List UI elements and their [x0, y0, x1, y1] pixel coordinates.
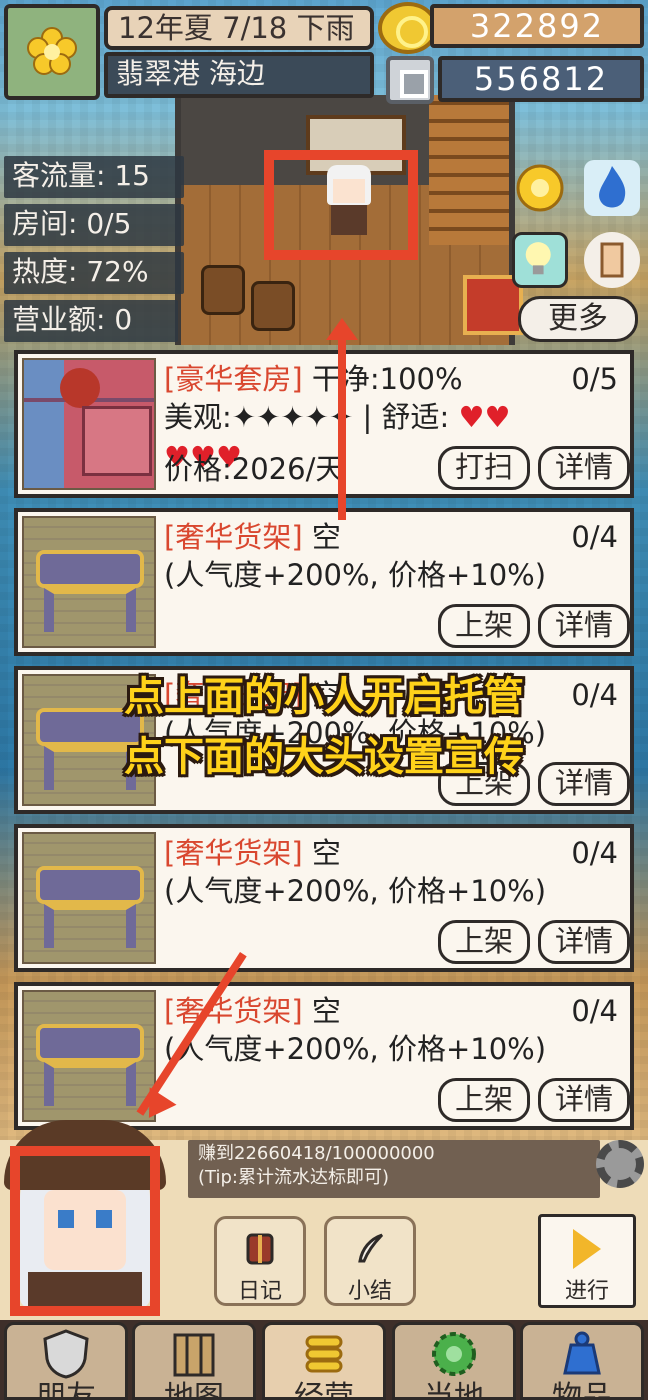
date-weather: 12年夏 7/18 下雨 — [104, 6, 374, 50]
stock-button[interactable]: 上架 — [438, 920, 530, 964]
detail-button[interactable]: 详情 — [538, 446, 630, 490]
up-arrow-head — [326, 318, 358, 340]
location-label: 翡翠港 海边 — [104, 52, 374, 98]
diary-icon — [246, 1233, 274, 1265]
card-title: [奢华货架] 空 — [164, 994, 341, 1028]
menu-flower-button[interactable] — [4, 4, 100, 100]
shelf-thumbnail — [22, 990, 156, 1122]
gear-icon[interactable] — [596, 1140, 644, 1188]
stat-traffic: 客流量: 15 — [4, 156, 184, 198]
card-bonus: (人气度+200%, 价格+10%) — [164, 1032, 547, 1066]
gold-amount: 322892 — [430, 4, 644, 48]
room-card[interactable]: [豪华套房] 干净:100% 0/5 美观:✦✦✦✦✦ | 舒适: ♥♥ ♥♥♥… — [14, 350, 634, 498]
shelf-card[interactable]: [奢华货架] 空 0/4 (人气度+200%, 价格+10%) 上架 详情 — [14, 982, 634, 1130]
diary-label: 日记 — [237, 1279, 282, 1304]
lightbulb-icon[interactable] — [512, 232, 568, 288]
tab-local[interactable]: 当地 — [392, 1322, 516, 1400]
card-count: 0/4 — [571, 994, 618, 1028]
shelf-thumbnail — [22, 832, 156, 964]
stat-heat: 热度: 72% — [4, 252, 184, 294]
shop-stairs — [429, 95, 509, 245]
card-count: 0/4 — [571, 520, 618, 554]
barrel — [201, 265, 245, 315]
more-button[interactable]: 更多 — [518, 296, 638, 342]
portrait-highlight-frame — [10, 1146, 160, 1316]
feather-icon — [358, 1233, 384, 1263]
summary-label: 小结 — [347, 1279, 392, 1304]
gem-amount: 556812 — [438, 56, 644, 102]
card-title: [奢华货架] 空 — [164, 520, 341, 554]
shelf-card[interactable]: [奢华货架] 空 0/4 (人气度+200%, 价格+10%) 上架 详情 — [14, 508, 634, 656]
instruction-line-1: 点上面的小人开启托管 — [124, 674, 524, 720]
progress-banner: 赚到22660418/100000000 (Tip:累计流水达标即可) — [188, 1140, 600, 1198]
suite-thumbnail — [22, 358, 156, 490]
detail-button[interactable]: 详情 — [538, 920, 630, 964]
bag-icon — [563, 1331, 601, 1375]
instruction-line-2: 点下面的大头设置宣传 — [124, 734, 524, 780]
shelf-thumbnail — [22, 516, 156, 648]
shield-icon — [43, 1329, 89, 1379]
diary-button[interactable]: 日记 — [214, 1216, 306, 1306]
tab-items[interactable]: 物品 — [520, 1322, 644, 1400]
play-icon — [573, 1229, 601, 1269]
card-count: 0/5 — [571, 362, 618, 396]
tab-friends[interactable]: 朋友 — [4, 1322, 128, 1400]
blue-flame-icon[interactable] — [584, 160, 640, 216]
barrel — [251, 281, 295, 331]
stat-revenue: 营业额: 0 — [4, 300, 178, 342]
card-title: [豪华套房] 干净:100% — [164, 362, 463, 396]
summary-button[interactable]: 小结 — [324, 1216, 416, 1306]
clean-button[interactable]: 打扫 — [438, 446, 530, 490]
gold-coin-icon — [378, 2, 438, 54]
proceed-button[interactable]: 进行 — [538, 1214, 636, 1308]
card-bonus: (人气度+200%, 价格+10%) — [164, 558, 547, 592]
card-title: [奢华货架] 空 — [164, 836, 341, 870]
tab-map[interactable]: 地图 — [132, 1322, 256, 1400]
up-arrow — [338, 330, 346, 520]
tab-business[interactable]: 经营 — [262, 1322, 386, 1400]
card-bonus: (人气度+200%, 价格+10%) — [164, 874, 547, 908]
stat-rooms: 房间: 0/5 — [4, 204, 184, 246]
silver-gem-icon — [386, 56, 434, 104]
shelf-card[interactable]: [奢华货架] 空 0/4 (人气度+200%, 价格+10%) 上架 详情 — [14, 824, 634, 972]
map-icon — [173, 1333, 215, 1377]
card-count: 0/4 — [571, 836, 618, 870]
sunflower-icon[interactable] — [512, 160, 568, 216]
proceed-label: 进行 — [564, 1279, 609, 1304]
green-gear-icon — [432, 1332, 476, 1376]
coin-stack-icon — [305, 1335, 343, 1373]
scroll-icon[interactable] — [584, 232, 640, 288]
stock-button[interactable]: 上架 — [438, 1078, 530, 1122]
stock-button[interactable]: 上架 — [438, 604, 530, 648]
card-price: 价格:2026/天 — [164, 452, 345, 486]
flower-icon — [27, 27, 77, 75]
npc-highlight-frame — [264, 150, 418, 260]
progress-earned: 赚到22660418/100000000 — [198, 1143, 435, 1164]
detail-button[interactable]: 详情 — [538, 1078, 630, 1122]
progress-tip: (Tip:累计流水达标即可) — [198, 1167, 389, 1188]
detail-button[interactable]: 详情 — [538, 604, 630, 648]
